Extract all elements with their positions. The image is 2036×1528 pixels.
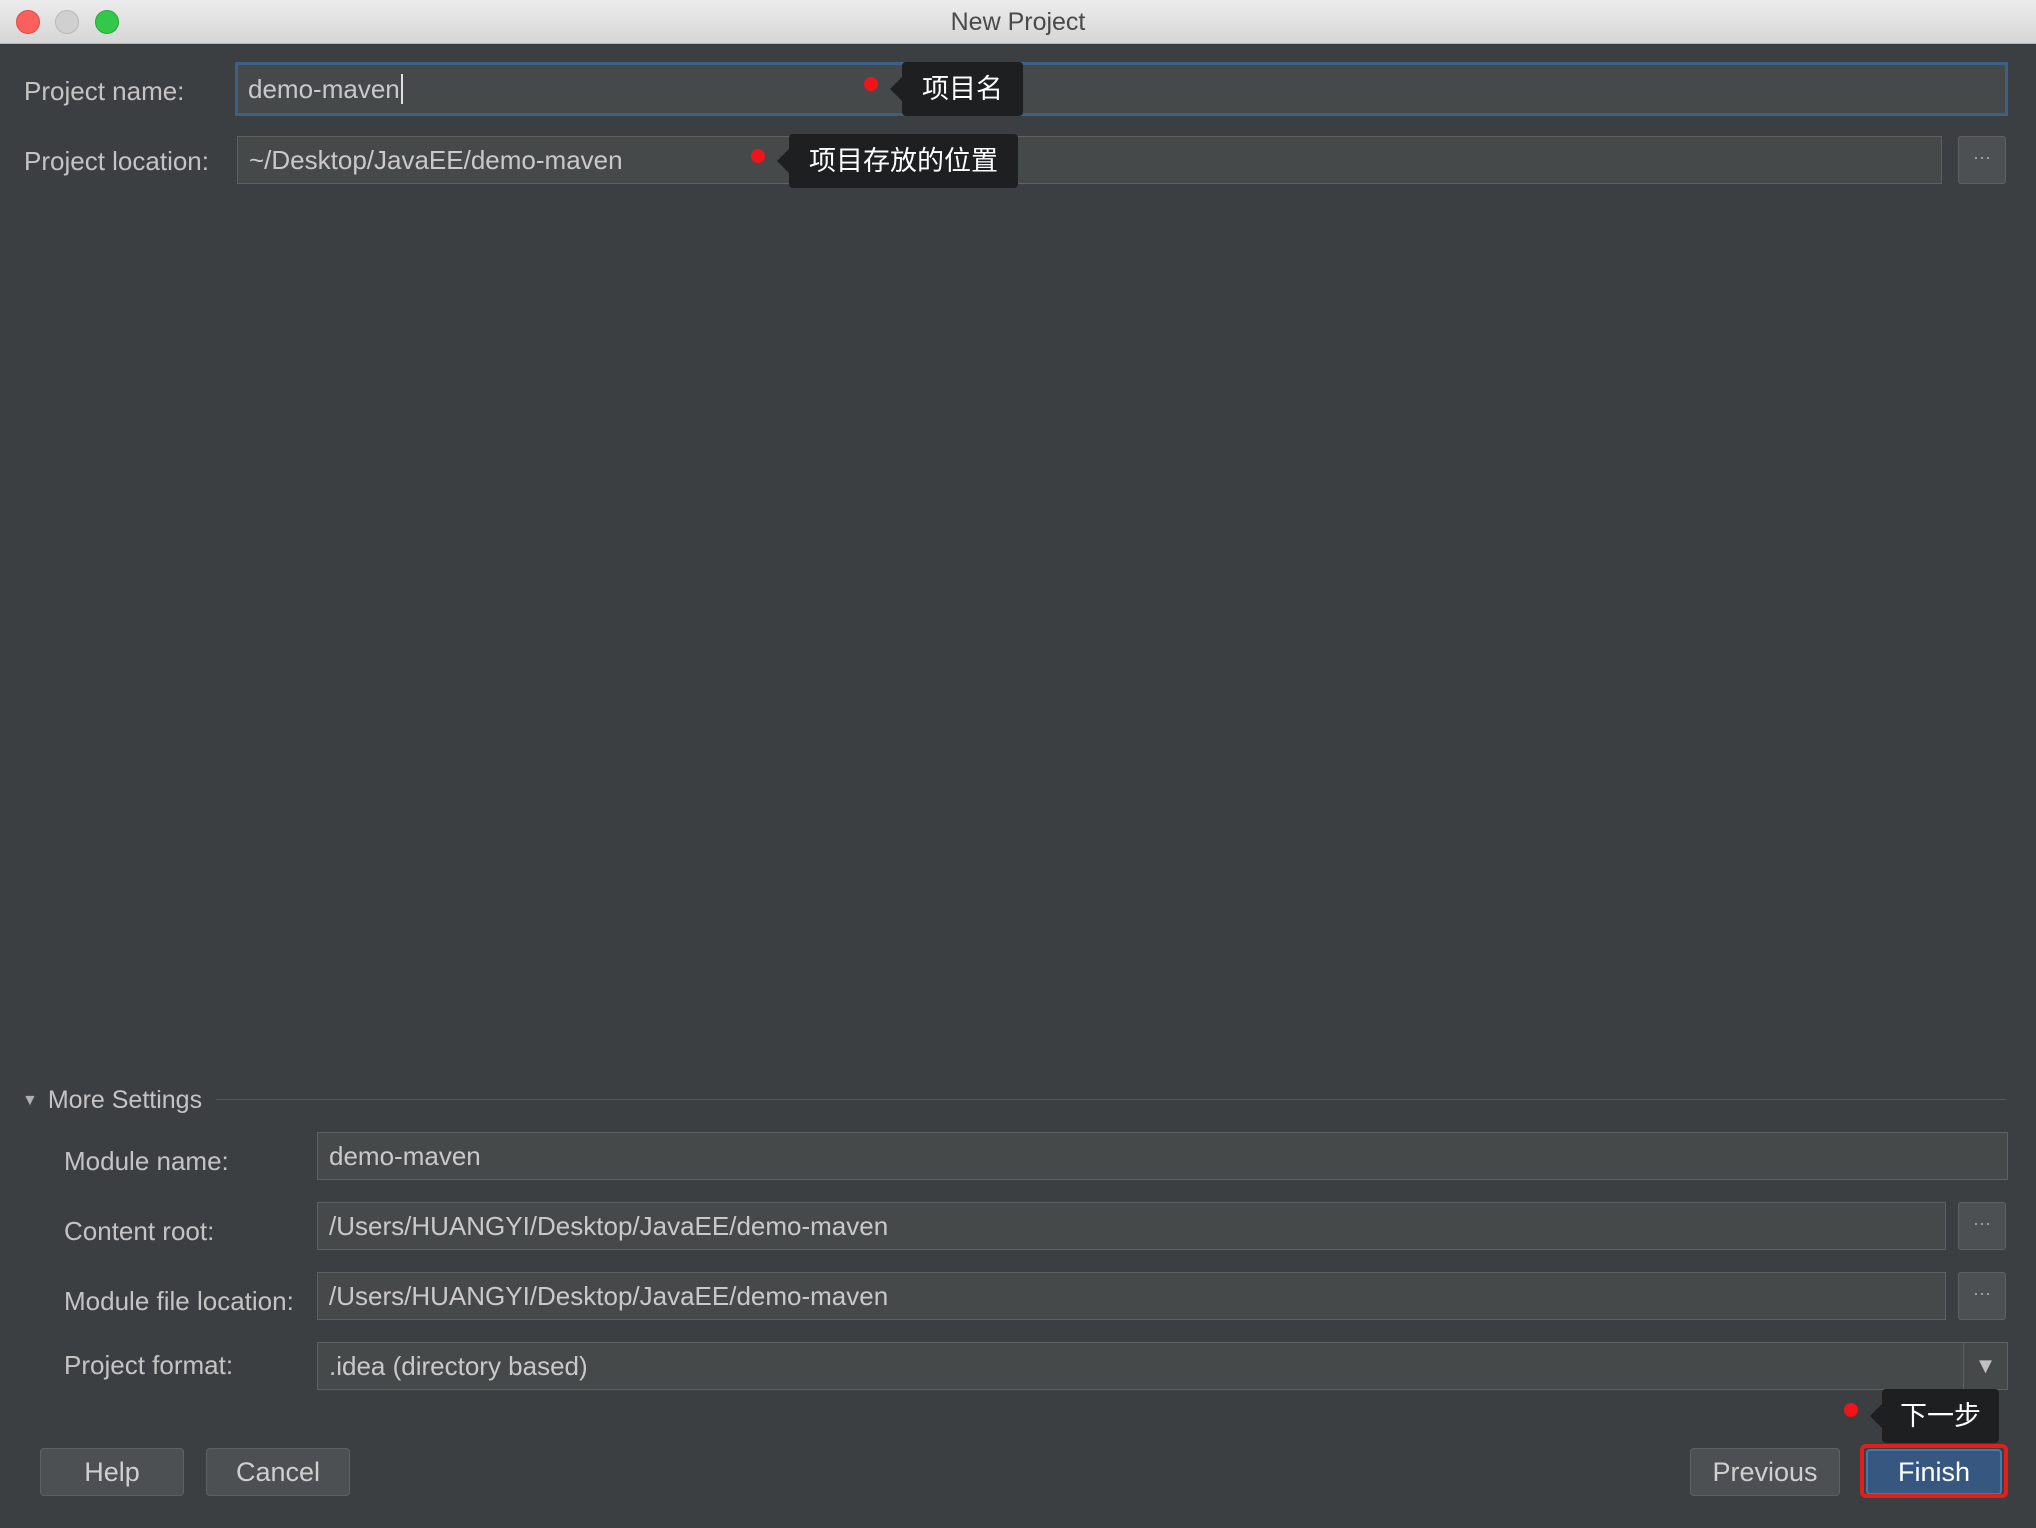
window-titlebar: New Project xyxy=(0,0,2036,44)
content-root-value: /Users/HUANGYI/Desktop/JavaEE/demo-maven xyxy=(329,1210,889,1241)
project-location-value: ~/Desktop/JavaEE/demo-maven xyxy=(249,144,623,175)
project-location-browse-button[interactable]: ··· xyxy=(1958,136,2006,184)
annotation-dot-project-name xyxy=(864,77,878,91)
more-settings-divider xyxy=(216,1099,2006,1100)
content-root-browse-button[interactable]: ··· xyxy=(1958,1202,2006,1250)
project-name-label: Project name: xyxy=(24,76,185,106)
previous-button[interactable]: Previous xyxy=(1690,1448,1840,1496)
module-name-value: demo-maven xyxy=(329,1140,481,1171)
annotation-tip-project-location: 项目存放的位置 xyxy=(777,134,1018,188)
project-format-select[interactable]: .idea (directory based) ▼ xyxy=(317,1342,2008,1390)
module-file-location-browse-button[interactable]: ··· xyxy=(1958,1272,2006,1320)
project-location-input[interactable]: ~/Desktop/JavaEE/demo-maven xyxy=(237,136,1942,184)
annotation-tip-finish: 下一步 xyxy=(1870,1389,1999,1443)
project-format-value: .idea (directory based) xyxy=(329,1350,588,1381)
content-root-input[interactable]: /Users/HUANGYI/Desktop/JavaEE/demo-maven xyxy=(317,1202,1946,1250)
text-caret xyxy=(400,74,403,104)
content-root-label: Content root: xyxy=(64,1216,215,1246)
help-button[interactable]: Help xyxy=(40,1448,184,1496)
project-name-input[interactable]: demo-maven xyxy=(235,62,2008,116)
annotation-dot-finish xyxy=(1844,1403,1858,1417)
module-file-location-value: /Users/HUANGYI/Desktop/JavaEE/demo-maven xyxy=(329,1280,889,1311)
cancel-button[interactable]: Cancel xyxy=(206,1448,350,1496)
more-settings-toggle[interactable]: ▼ More Settings xyxy=(22,1086,202,1115)
annotation-tip-project-name: 项目名 xyxy=(890,62,1023,116)
window-title: New Project xyxy=(950,8,1086,36)
module-file-location-label: Module file location: xyxy=(64,1286,294,1316)
finish-highlight-box xyxy=(1860,1444,2008,1498)
project-name-value: demo-maven xyxy=(248,73,400,104)
project-format-label: Project format: xyxy=(64,1350,234,1380)
more-settings-label: More Settings xyxy=(47,1086,203,1114)
chevron-down-icon[interactable]: ▼ xyxy=(1963,1343,2007,1389)
module-name-label: Module name: xyxy=(64,1146,229,1176)
module-file-location-input[interactable]: /Users/HUANGYI/Desktop/JavaEE/demo-maven xyxy=(317,1272,1946,1320)
module-name-input[interactable]: demo-maven xyxy=(317,1132,2008,1180)
project-location-label: Project location: xyxy=(24,146,209,176)
annotation-dot-project-location xyxy=(751,149,765,163)
chevron-down-icon: ▼ xyxy=(22,1091,38,1109)
